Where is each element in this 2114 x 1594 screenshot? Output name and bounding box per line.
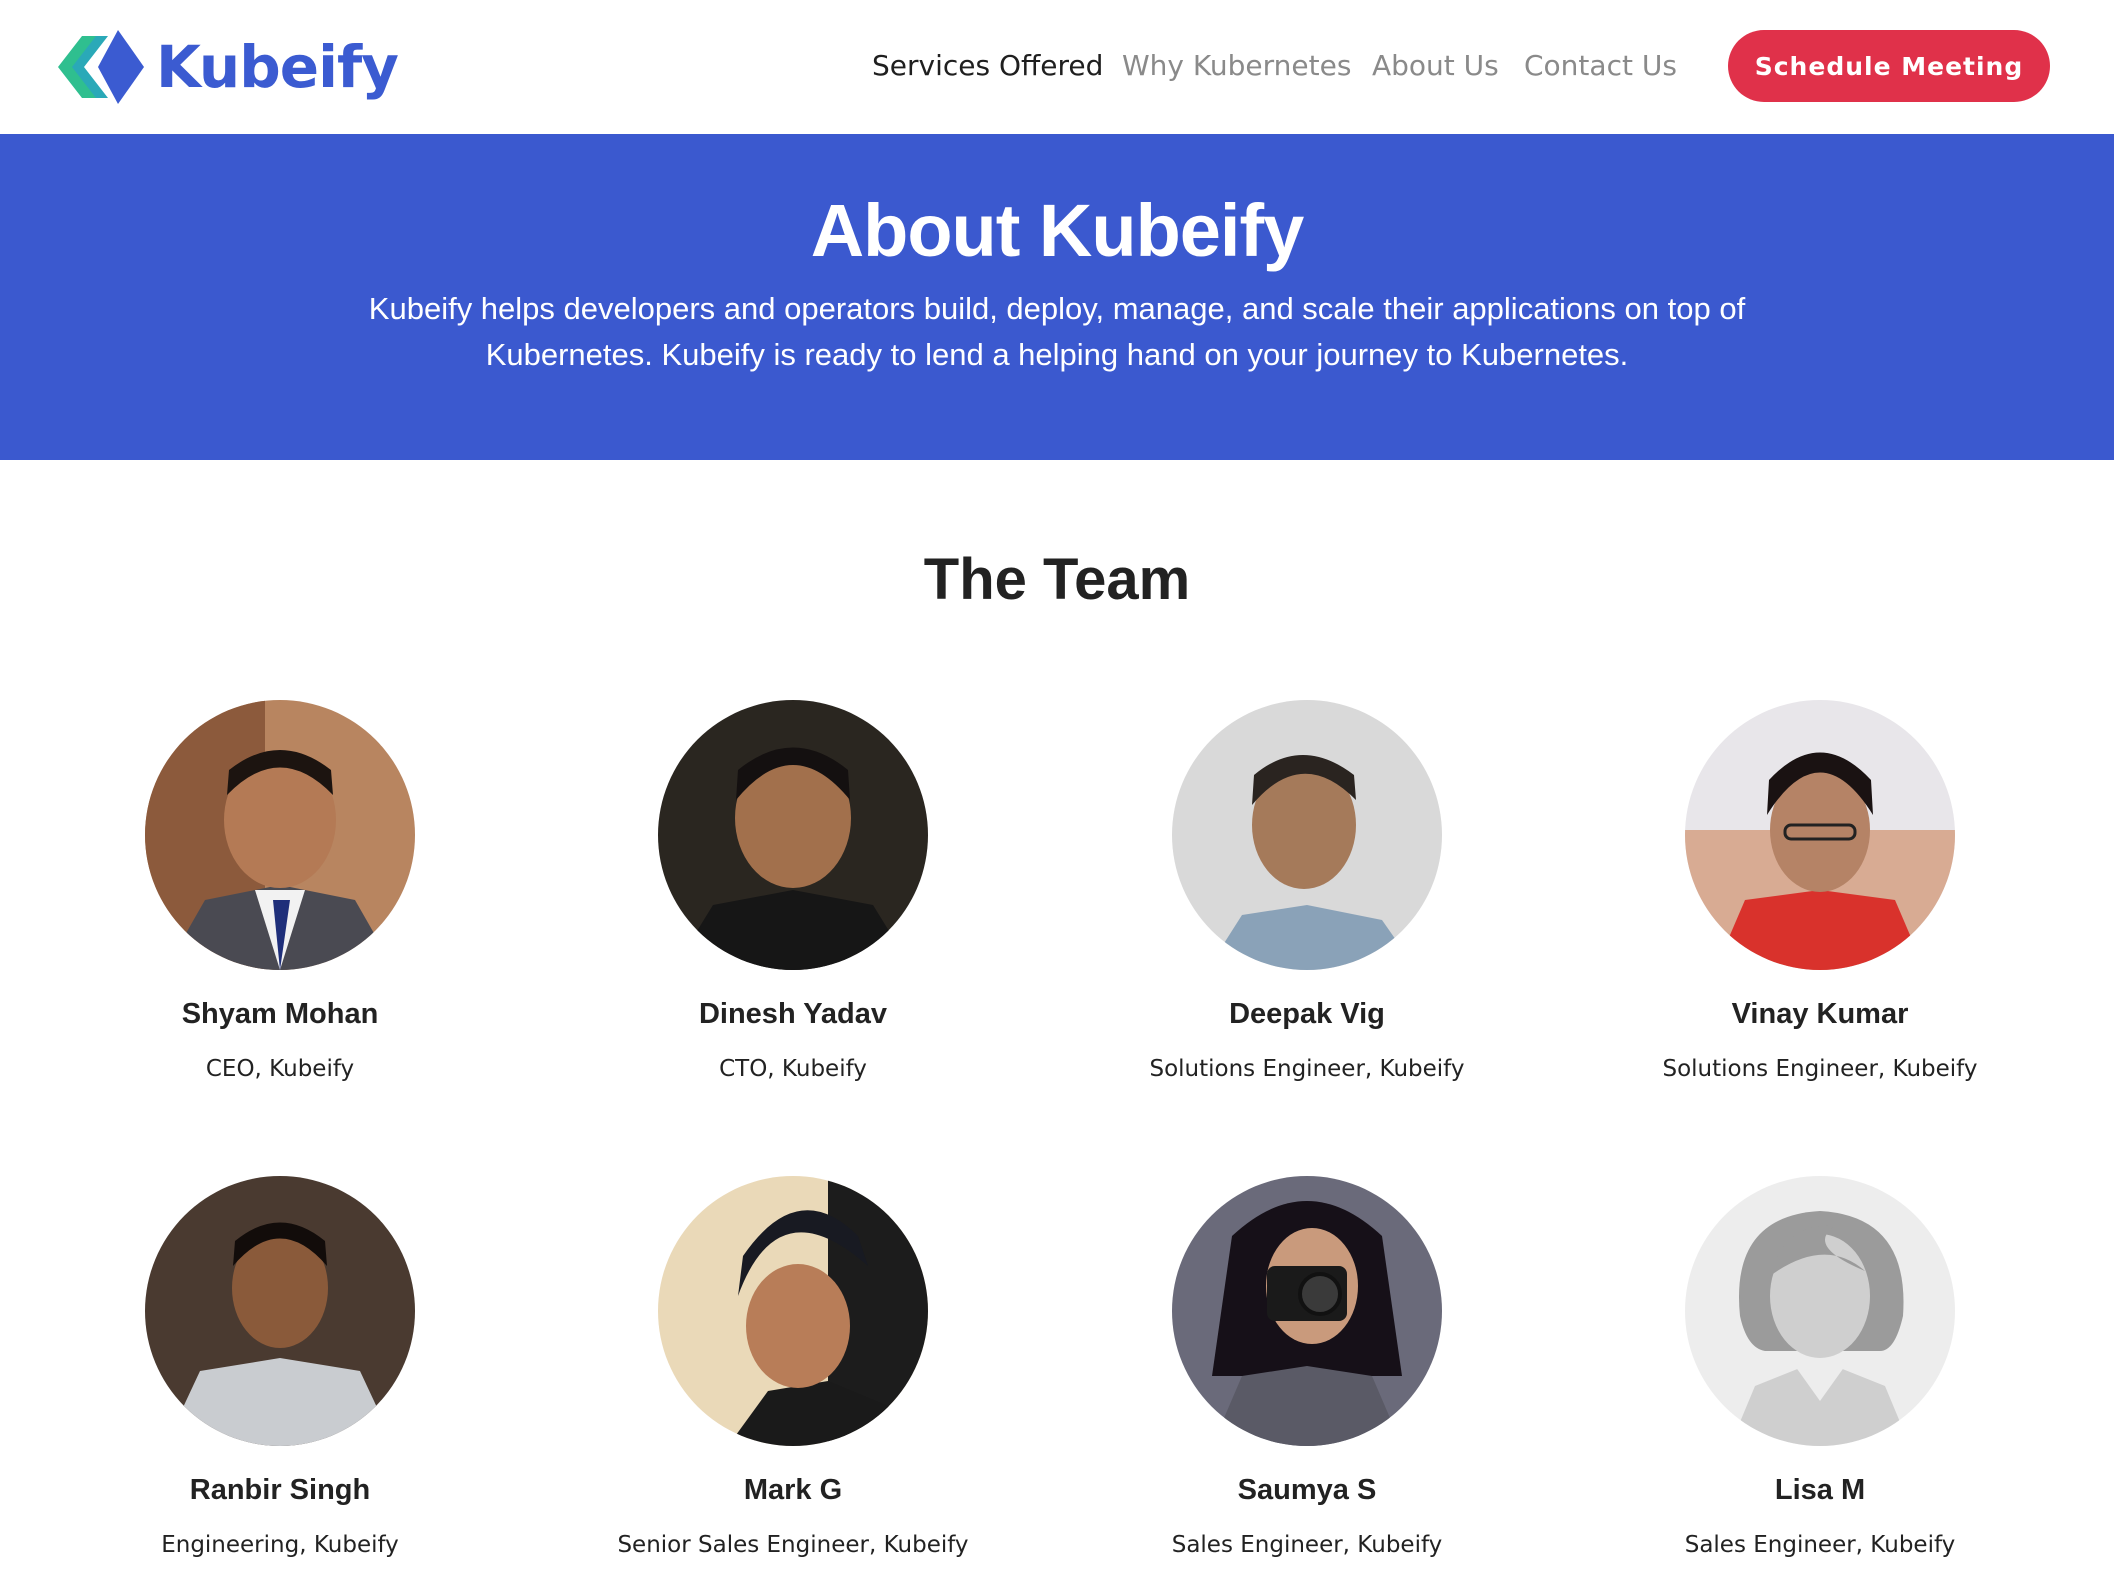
avatar xyxy=(1685,1176,1955,1446)
team-member-card: Deepak Vig Solutions Engineer, Kubeify xyxy=(1087,700,1527,1086)
member-name: Dinesh Yadav xyxy=(698,998,888,1030)
avatar xyxy=(145,1176,415,1446)
member-photo xyxy=(1172,1176,1442,1446)
avatar xyxy=(1172,700,1442,970)
member-role: Solutions Engineer, Kubeify xyxy=(1149,1056,1465,1082)
schedule-meeting-button[interactable]: Schedule Meeting xyxy=(1728,30,2050,102)
team-member-card: Vinay Kumar Solutions Engineer, Kubeify xyxy=(1600,700,2040,1086)
member-role: Sales Engineer, Kubeify xyxy=(1684,1532,1956,1558)
member-photo xyxy=(145,1176,415,1446)
member-name: Shyam Mohan xyxy=(181,998,379,1030)
team-heading: The Team xyxy=(923,547,1191,612)
avatar xyxy=(658,1176,928,1446)
member-name: Lisa M xyxy=(1774,1474,1866,1506)
member-role: CTO, Kubeify xyxy=(719,1056,867,1082)
member-photo xyxy=(658,1176,928,1446)
site-header: Kubeify Services Offered Why Kubernetes … xyxy=(0,0,2114,134)
member-name: Saumya S xyxy=(1237,1474,1377,1506)
member-photo xyxy=(1685,700,1955,970)
member-role: Engineering, Kubeify xyxy=(161,1532,399,1558)
team-member-card: Mark G Senior Sales Engineer, Kubeify xyxy=(573,1176,1013,1562)
avatar xyxy=(1685,700,1955,970)
team-member-card: Ranbir Singh Engineering, Kubeify xyxy=(60,1176,500,1562)
member-name: Deepak Vig xyxy=(1229,998,1385,1030)
member-photo xyxy=(145,700,415,970)
hero-description: Kubeify helps developers and operators b… xyxy=(368,291,1746,372)
avatar xyxy=(145,700,415,970)
page-title: About Kubeify xyxy=(810,189,1305,272)
member-name: Mark G xyxy=(743,1474,843,1506)
member-role: Senior Sales Engineer, Kubeify xyxy=(617,1532,969,1558)
brand-name: Kubeify xyxy=(156,33,399,101)
placeholder-avatar-icon xyxy=(1685,1176,1955,1446)
member-name: Ranbir Singh xyxy=(189,1474,371,1506)
team-member-card: Saumya S Sales Engineer, Kubeify xyxy=(1087,1176,1527,1562)
avatar xyxy=(658,700,928,970)
member-name: Vinay Kumar xyxy=(1731,998,1909,1030)
kubeify-logo-icon xyxy=(58,30,144,104)
nav-why-kubernetes[interactable]: Why Kubernetes xyxy=(1122,44,1351,88)
member-photo xyxy=(1172,700,1442,970)
avatar xyxy=(1172,1176,1442,1446)
team-member-card: Lisa M Sales Engineer, Kubeify xyxy=(1600,1176,2040,1562)
member-role: Sales Engineer, Kubeify xyxy=(1171,1532,1443,1558)
brand-home-link[interactable]: Kubeify xyxy=(58,26,399,108)
team-member-card: Shyam Mohan CEO, Kubeify xyxy=(60,700,500,1086)
member-photo xyxy=(658,700,928,970)
team-member-card: Dinesh Yadav CTO, Kubeify xyxy=(573,700,1013,1086)
nav-contact-us[interactable]: Contact Us xyxy=(1524,44,1677,88)
member-role: CEO, Kubeify xyxy=(205,1056,355,1082)
about-hero: About Kubeify Kubeify helps developers a… xyxy=(0,134,2114,460)
nav-about-us[interactable]: About Us xyxy=(1372,44,1499,88)
nav-services-offered[interactable]: Services Offered xyxy=(872,44,1103,88)
member-role: Solutions Engineer, Kubeify xyxy=(1662,1056,1978,1082)
